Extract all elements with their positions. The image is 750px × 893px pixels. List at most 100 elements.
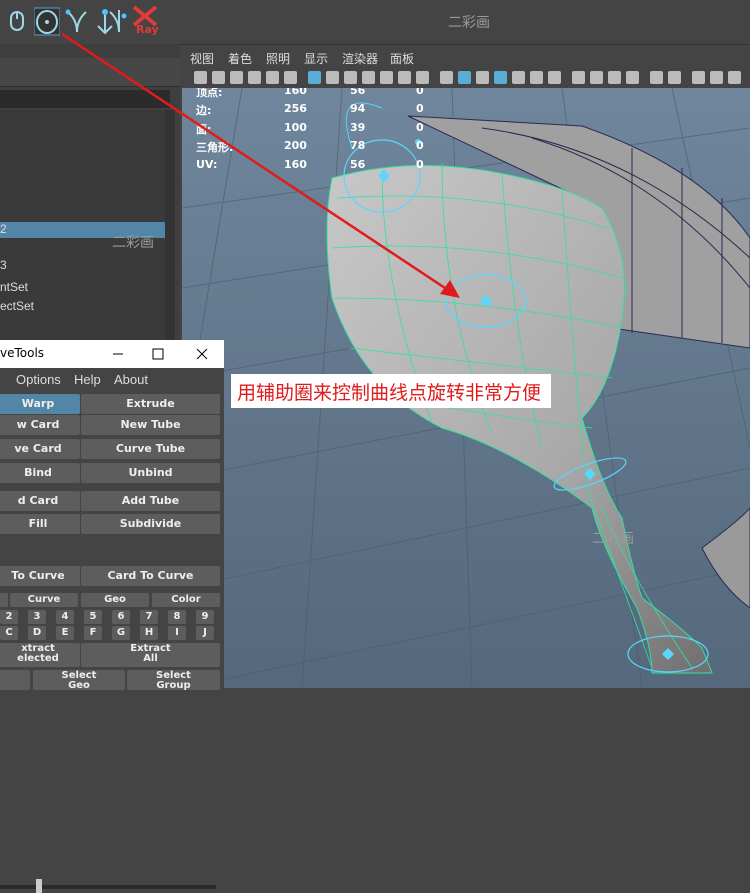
extract-all-button[interactable]: Extract All bbox=[81, 643, 220, 667]
vray-label: Ray bbox=[136, 23, 159, 36]
panel-layout-icon[interactable] bbox=[710, 71, 723, 84]
camera-lock-icon[interactable] bbox=[212, 71, 225, 84]
close-icon[interactable] bbox=[192, 344, 212, 364]
grid-icon[interactable] bbox=[308, 71, 321, 84]
number-button[interactable]: 2 bbox=[0, 610, 18, 624]
shadows-icon[interactable] bbox=[548, 71, 561, 84]
new-card-button[interactable]: w Card bbox=[0, 415, 80, 435]
watermark: 二彩画 bbox=[592, 531, 634, 547]
smooth-shade-icon[interactable] bbox=[458, 71, 471, 84]
safe-action-icon[interactable] bbox=[398, 71, 411, 84]
to-curve-button[interactable]: To Curve bbox=[0, 566, 80, 586]
select-curve-button[interactable]: Curve bbox=[10, 593, 78, 607]
extract-selected-button[interactable]: xtract elected bbox=[0, 643, 80, 667]
window-title: veTools bbox=[0, 346, 45, 360]
list-item[interactable]: ectSet bbox=[0, 299, 34, 313]
card-to-curve-button[interactable]: Card To Curve bbox=[81, 566, 220, 586]
number-button[interactable]: 6 bbox=[112, 610, 130, 624]
outliner-search-field[interactable] bbox=[0, 90, 170, 108]
letter-button[interactable]: E bbox=[56, 626, 74, 640]
select-geo-button[interactable]: Geo bbox=[81, 593, 149, 607]
hud-icon[interactable] bbox=[692, 71, 705, 84]
depth-of-field-icon[interactable] bbox=[626, 71, 639, 84]
anti-aliasing-icon[interactable] bbox=[608, 71, 621, 84]
menu-shading[interactable]: 着色 bbox=[228, 50, 252, 67]
shelf-bar: Ray 二彩画 bbox=[0, 0, 750, 45]
curvetools-titlebar[interactable]: veTools bbox=[0, 340, 224, 368]
letter-button[interactable]: H bbox=[140, 626, 158, 640]
number-button[interactable]: 5 bbox=[84, 610, 102, 624]
safe-title-icon[interactable] bbox=[416, 71, 429, 84]
maximize-icon[interactable] bbox=[148, 344, 168, 364]
resolution-gate-icon[interactable] bbox=[344, 71, 357, 84]
add-tube-button[interactable]: Add Tube bbox=[81, 491, 220, 511]
extrude-button[interactable]: Extrude bbox=[81, 394, 220, 414]
add-card-button[interactable]: d Card bbox=[0, 491, 80, 511]
unbind-button[interactable]: Unbind bbox=[81, 463, 220, 483]
curve-tube-button[interactable]: Curve Tube bbox=[81, 439, 220, 459]
annotation-text: 用辅助圈来控制曲线点旋转非常方便 bbox=[237, 382, 542, 404]
motion-blur-icon[interactable] bbox=[590, 71, 603, 84]
grease-pencil-icon[interactable] bbox=[284, 71, 297, 84]
circle-target-icon[interactable] bbox=[34, 6, 60, 36]
list-item[interactable]: ntSet bbox=[0, 280, 28, 294]
isolate-select-icon[interactable] bbox=[650, 71, 663, 84]
subdivide-button[interactable]: Subdivide bbox=[81, 514, 220, 534]
textured-icon[interactable] bbox=[512, 71, 525, 84]
exposure-icon[interactable] bbox=[728, 71, 741, 84]
new-tube-button[interactable]: New Tube bbox=[81, 415, 220, 435]
slider-handle[interactable] bbox=[36, 879, 42, 893]
list-item[interactable]: 3 bbox=[0, 258, 7, 272]
camera-icon[interactable] bbox=[194, 71, 207, 84]
letter-button[interactable]: C bbox=[0, 626, 18, 640]
image-plane-icon[interactable] bbox=[248, 71, 261, 84]
menu-view[interactable]: 视图 bbox=[190, 50, 214, 67]
xray-icon[interactable] bbox=[668, 71, 681, 84]
curve-down-icon[interactable] bbox=[64, 6, 90, 36]
wireframe-icon[interactable] bbox=[440, 71, 453, 84]
menu-show[interactable]: 显示 bbox=[304, 50, 328, 67]
wireframe-on-shaded-icon[interactable] bbox=[494, 71, 507, 84]
letter-button[interactable]: G bbox=[112, 626, 130, 640]
2d-pan-icon[interactable] bbox=[266, 71, 279, 84]
number-button[interactable]: 4 bbox=[56, 610, 74, 624]
watermark: 二彩画 bbox=[448, 15, 490, 31]
menu-about[interactable]: About bbox=[114, 372, 148, 387]
menu-panels[interactable]: 面板 bbox=[390, 50, 414, 67]
field-chart-icon[interactable] bbox=[380, 71, 393, 84]
menu-help[interactable]: Help bbox=[74, 372, 101, 387]
bind-button[interactable]: Bind bbox=[0, 463, 80, 483]
default-material-icon[interactable] bbox=[476, 71, 489, 84]
outliner-scrollbar[interactable] bbox=[165, 110, 175, 344]
warp-button[interactable]: Warp bbox=[0, 394, 80, 414]
film-gate-icon[interactable] bbox=[326, 71, 339, 84]
curve-tool-2-icon[interactable] bbox=[106, 6, 132, 36]
menu-renderer[interactable]: 渲染器 bbox=[342, 50, 378, 67]
minimize-icon[interactable] bbox=[108, 344, 128, 364]
number-button[interactable]: 9 bbox=[196, 610, 214, 624]
letter-button[interactable]: F bbox=[84, 626, 102, 640]
curve-card-button[interactable]: ve Card bbox=[0, 439, 80, 459]
bookmark-icon[interactable] bbox=[230, 71, 243, 84]
mouse-icon[interactable] bbox=[4, 6, 30, 36]
menu-lighting[interactable]: 照明 bbox=[266, 50, 290, 67]
letter-button[interactable]: D bbox=[28, 626, 46, 640]
number-button[interactable]: 3 bbox=[28, 610, 46, 624]
gate-mask-icon[interactable] bbox=[362, 71, 375, 84]
menu-options[interactable]: Options bbox=[16, 372, 61, 387]
fill-button[interactable]: Fill bbox=[0, 514, 80, 534]
number-button[interactable]: 8 bbox=[168, 610, 186, 624]
select-button[interactable] bbox=[0, 593, 8, 607]
select-geo-bottom-button[interactable]: Select Geo bbox=[33, 670, 125, 691]
slider-track[interactable] bbox=[0, 885, 216, 889]
letter-button[interactable]: I bbox=[168, 626, 186, 640]
number-button[interactable]: 7 bbox=[140, 610, 158, 624]
select-left-button[interactable] bbox=[0, 670, 30, 690]
vray-logo-icon[interactable]: Ray bbox=[130, 5, 160, 37]
select-color-button[interactable]: Color bbox=[152, 593, 220, 607]
select-group-button[interactable]: Select Group bbox=[127, 670, 220, 691]
ambient-occlusion-icon[interactable] bbox=[572, 71, 585, 84]
lights-icon[interactable] bbox=[530, 71, 543, 84]
outliner-header bbox=[0, 58, 180, 87]
letter-button[interactable]: J bbox=[196, 626, 214, 640]
